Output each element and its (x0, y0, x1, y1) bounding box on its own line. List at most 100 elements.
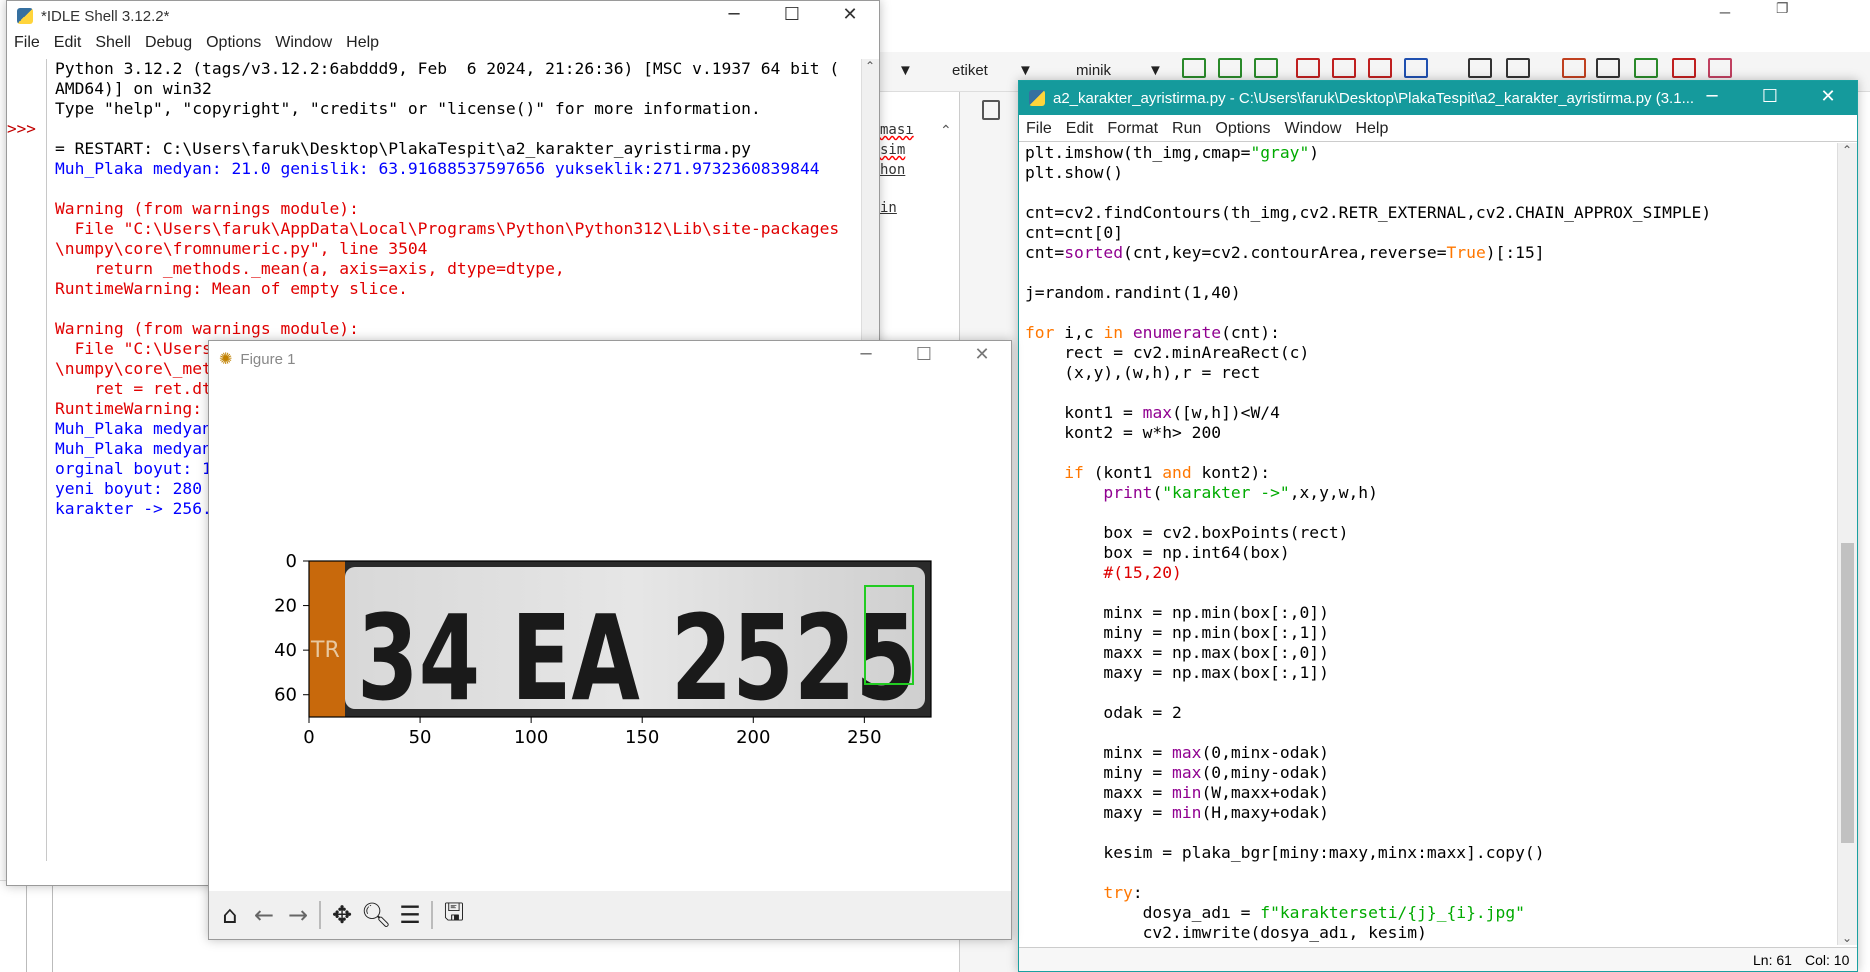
menu-format[interactable]: Format (1100, 120, 1165, 138)
code-token: cnt= (1025, 243, 1065, 262)
shell-menubar: File Edit Shell Debug Options Window Hel… (7, 31, 879, 55)
table-icon[interactable] (1332, 58, 1356, 78)
menu-debug[interactable]: Debug (138, 34, 199, 52)
editor-scrollbar[interactable]: ⌃ ⌄ (1837, 143, 1857, 945)
menu-window[interactable]: Window (1278, 120, 1349, 138)
home-icon[interactable]: ⌂ (213, 901, 247, 929)
menu-edit[interactable]: Edit (1059, 120, 1101, 138)
menu-options[interactable]: Options (199, 34, 268, 52)
code-token: kont1 = (1025, 403, 1143, 422)
table-icon[interactable] (1368, 58, 1392, 78)
dropdown-arrow-icon[interactable]: ▼ (898, 62, 913, 79)
code-token: cnt=cnt[0] (1025, 223, 1124, 242)
pan-icon[interactable]: ✥ (325, 901, 359, 929)
table-icon[interactable] (1296, 58, 1320, 78)
dropdown-arrow-icon[interactable]: ▼ (1148, 62, 1163, 79)
menu-file[interactable]: File (7, 34, 47, 52)
close-icon[interactable]: ✕ (953, 341, 1011, 377)
scroll-up-icon[interactable]: ⌃ (865, 59, 875, 73)
code-line: maxx = np.max(box[:,0]) (1025, 643, 1821, 663)
code-line: kont1 = max([w,h])<W/4 (1025, 403, 1821, 423)
shell-title: *IDLE Shell 3.12.2* (41, 7, 170, 25)
code-token: kont2 = w*h> 200 (1025, 423, 1222, 442)
code-line: cv2.imwrite(dosya_adı, kesim) (1025, 923, 1821, 943)
code-token: box = np.int64(box) (1025, 543, 1290, 562)
scroll-up-icon[interactable]: ⌃ (1842, 143, 1852, 157)
menu-help[interactable]: Help (339, 34, 386, 52)
code-token: maxx = np.max(box[:,0]) (1025, 643, 1329, 662)
text-style-icon[interactable] (1708, 58, 1732, 78)
scrollbar-thumb[interactable] (1841, 543, 1854, 843)
table-icon[interactable] (1254, 58, 1278, 78)
back-icon[interactable]: ← (247, 901, 281, 929)
maximize-icon[interactable]: ☐ (895, 341, 953, 377)
code-line: box = cv2.boxPoints(rect) (1025, 523, 1821, 543)
code-token: rect = cv2.minAreaRect(c) (1025, 343, 1310, 362)
shell-titlebar[interactable]: *IDLE Shell 3.12.2* ─ ☐ ✕ (7, 1, 879, 31)
code-token: min (1172, 803, 1202, 822)
document-icon[interactable] (1506, 58, 1530, 78)
menu-shell[interactable]: Shell (88, 34, 138, 52)
background-clipboard-icon[interactable] (982, 100, 1000, 120)
save-icon[interactable]: 🖫 (437, 895, 471, 936)
table-icon[interactable] (1404, 58, 1428, 78)
menu-file[interactable]: File (1019, 120, 1059, 138)
editor-code-area[interactable]: plt.imshow(th_img,cmap="gray") plt.show()… (1025, 143, 1821, 943)
zoom-icon[interactable]: 🔍︎ (359, 901, 393, 929)
table-icon[interactable] (1182, 58, 1206, 78)
figure-title: Figure 1 (240, 350, 296, 368)
text-style-icon[interactable] (1634, 58, 1658, 78)
scroll-down-icon[interactable]: ⌄ (1842, 931, 1852, 945)
code-token: i,c (1054, 323, 1104, 342)
document-icon[interactable] (1468, 58, 1492, 78)
code-token: maxy = np.max(box[:,1]) (1025, 663, 1329, 682)
shell-line: Type "help", "copyright", "credits" or "… (55, 99, 761, 118)
maximize-icon[interactable]: ☐ (763, 1, 821, 31)
menu-help[interactable]: Help (1348, 120, 1395, 138)
text-style-icon[interactable] (1596, 58, 1620, 78)
font-combo[interactable]: minik (1076, 62, 1111, 79)
toolbar-separator (431, 901, 433, 929)
code-token: box = cv2.boxPoints(rect) (1025, 523, 1349, 542)
background-scroll-up-icon[interactable]: ⌃ (940, 122, 952, 139)
minimize-icon[interactable]: ─ (705, 1, 763, 31)
table-icon[interactable] (1218, 58, 1242, 78)
configure-icon[interactable]: ☰ (393, 901, 427, 929)
menu-options[interactable]: Options (1208, 120, 1277, 138)
toolbar-separator (319, 901, 321, 929)
menu-edit[interactable]: Edit (47, 34, 89, 52)
menu-run[interactable]: Run (1165, 120, 1208, 138)
close-icon[interactable]: ✕ (1799, 81, 1857, 115)
background-minimize-icon[interactable]: _ (1720, 0, 1730, 15)
code-token: cnt=cv2.findContours(th_img,cv2.RETR_EXT… (1025, 203, 1712, 222)
background-restore-icon[interactable]: ❐ (1776, 0, 1789, 17)
code-line: maxx = min(W,maxx+odak) (1025, 783, 1821, 803)
text-style-icon[interactable] (1672, 58, 1696, 78)
dropdown-arrow-icon[interactable]: ▼ (1018, 62, 1033, 79)
plate-country-code: TR (310, 638, 340, 663)
bg-word: in (880, 200, 897, 216)
menu-window[interactable]: Window (268, 34, 339, 52)
close-icon[interactable]: ✕ (821, 1, 879, 31)
code-token: (kont1 (1083, 463, 1163, 482)
figure-titlebar[interactable]: ✺ Figure 1 ─ ☐ ✕ (209, 341, 1011, 377)
minimize-icon[interactable]: ─ (837, 341, 895, 377)
code-token: if (1064, 463, 1084, 482)
code-token: "karakter ->" (1162, 483, 1290, 502)
minimize-icon[interactable]: ─ (1683, 81, 1741, 115)
style-combo[interactable]: etiket (952, 62, 988, 79)
text-style-icon[interactable] (1562, 58, 1586, 78)
editor-titlebar[interactable]: a2_karakter_ayristirma.py - C:\Users\far… (1019, 81, 1857, 115)
code-token: print (1103, 483, 1153, 502)
code-token: True (1446, 243, 1486, 262)
code-token: : (1132, 883, 1143, 902)
forward-icon[interactable]: → (281, 901, 315, 929)
code-token: kont2): (1191, 463, 1271, 482)
code-line: plt.imshow(th_img,cmap="gray") (1025, 143, 1821, 163)
maximize-icon[interactable]: ☐ (1741, 81, 1799, 115)
